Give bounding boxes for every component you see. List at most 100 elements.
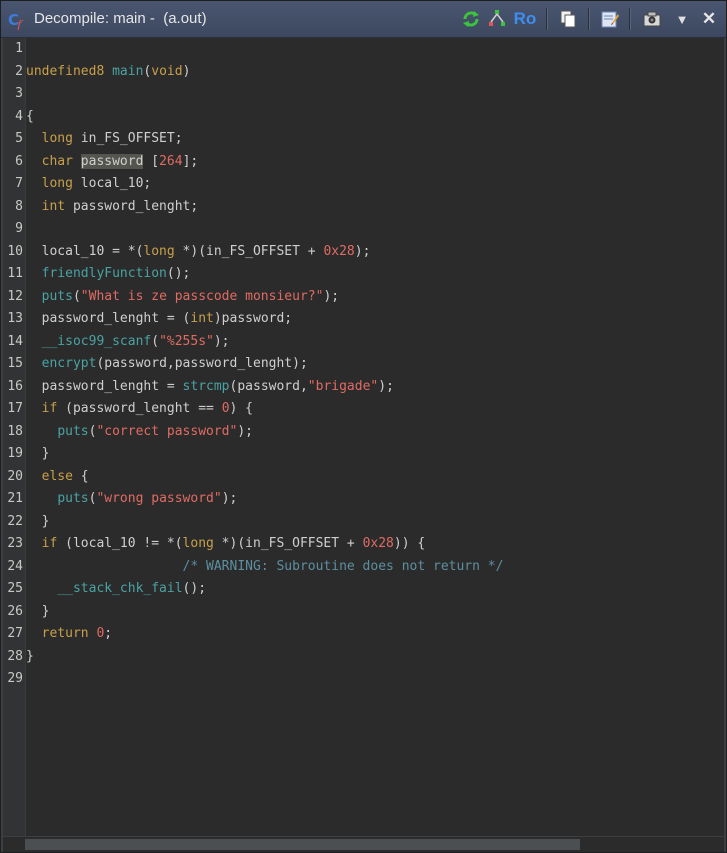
code-text[interactable]: } (26, 601, 50, 623)
code-text[interactable]: encrypt(password,password_lenght); (26, 353, 308, 375)
code-text[interactable]: password_lenght = strcmp(password,"briga… (26, 376, 394, 398)
code-line[interactable]: 7 long local_10; (3, 173, 724, 195)
code-line[interactable]: 10 local_10 = *(long *)(in_FS_OFFSET + 0… (3, 241, 724, 263)
snapshot-button[interactable] (641, 8, 663, 30)
line-number: 7 (15, 176, 23, 191)
code-line[interactable]: 11 friendlyFunction(); (3, 263, 724, 285)
toolbar-separator (629, 8, 631, 30)
code-line[interactable]: 24 /* WARNING: Subroutine does not retur… (3, 556, 724, 578)
title-bar: C f Decompile: main - (a.out) Ro ▼ ✕ (1, 1, 726, 38)
code-text[interactable]: local_10 = *(long *)(in_FS_OFFSET + 0x28… (26, 241, 371, 263)
window-title: Decompile: main - (a.out) (34, 10, 207, 27)
decompile-window: C f Decompile: main - (a.out) Ro ▼ ✕ 1 2… (0, 0, 727, 853)
code-text[interactable]: return 0; (26, 623, 112, 645)
code-text[interactable]: long local_10; (26, 173, 152, 195)
code-line[interactable]: 23 if (local_10 != *(long *)(in_FS_OFFSE… (3, 533, 724, 555)
code-line[interactable]: 15 encrypt(password,password_lenght); (3, 353, 724, 375)
toolbar-separator (546, 8, 548, 30)
code-line[interactable]: 13 password_lenght = (int)password; (3, 308, 724, 330)
line-number: 14 (7, 333, 23, 349)
code-text[interactable]: long in_FS_OFFSET; (26, 128, 183, 150)
line-number: 12 (7, 288, 23, 304)
code-line[interactable]: 19 } (3, 443, 724, 465)
code-line[interactable]: 26 } (3, 601, 724, 623)
code-line[interactable]: 29 (3, 668, 724, 690)
code-line[interactable]: 16 password_lenght = strcmp(password,"br… (3, 376, 724, 398)
code-text[interactable]: __stack_chk_fail(); (26, 578, 206, 600)
line-number: 24 (7, 558, 23, 574)
code-line[interactable]: 25 __stack_chk_fail(); (3, 578, 724, 600)
line-number: 6 (15, 153, 23, 169)
refresh-icon (463, 11, 479, 27)
toolbar-separator (588, 8, 590, 30)
code-line[interactable]: 8 int password_lenght; (3, 196, 724, 218)
code-listing[interactable]: 1 2 undefined8 main(void) 3 4{5 long in_FS_O… (3, 38, 724, 836)
code-text[interactable]: puts("correct password"); (26, 421, 253, 443)
line-number: 9 (15, 221, 23, 236)
code-line[interactable]: 9 (3, 218, 724, 240)
code-line[interactable]: 18 puts("correct password"); (3, 421, 724, 443)
svg-text:f: f (16, 18, 24, 30)
code-text[interactable]: int password_lenght; (26, 196, 199, 218)
code-line[interactable]: 28} (3, 646, 724, 668)
code-text[interactable]: { (26, 106, 34, 128)
line-number: 19 (7, 446, 23, 461)
close-icon: ✕ (701, 9, 717, 28)
code-line[interactable]: 21 puts("wrong password"); (3, 488, 724, 510)
function-graph-icon (489, 10, 505, 26)
read-only-button[interactable]: Ro (512, 8, 538, 30)
code-line[interactable]: 4{ (3, 106, 724, 128)
line-number: 16 (7, 378, 23, 394)
code-text[interactable]: } (26, 646, 34, 668)
line-number: 21 (7, 491, 23, 506)
code-text[interactable]: } (26, 511, 50, 533)
menu-dropdown-button[interactable]: ▼ (672, 8, 692, 30)
edit-button[interactable] (599, 8, 621, 30)
code-line[interactable]: 12 puts("What is ze passcode monsieur?")… (3, 286, 724, 308)
code-text[interactable]: /* WARNING: Subroutine does not return *… (26, 556, 504, 578)
code-text[interactable]: if (local_10 != *(long *)(in_FS_OFFSET +… (26, 533, 426, 555)
code-text[interactable]: password_lenght = (int)password; (26, 308, 293, 330)
scrollbar-thumb[interactable] (25, 839, 580, 850)
code-line[interactable]: 3 (3, 83, 724, 105)
code-editor[interactable]: 1 2 undefined8 main(void) 3 4{5 long in_FS_O… (3, 38, 724, 836)
line-number: 17 (7, 401, 23, 416)
line-number: 18 (7, 423, 23, 439)
line-number: 3 (15, 86, 23, 101)
code-text[interactable]: else { (26, 466, 89, 488)
code-line[interactable]: 14 __isoc99_scanf("%255s"); (3, 331, 724, 353)
line-number: 25 (7, 581, 23, 596)
line-number: 20 (7, 468, 23, 484)
line-number: 29 (7, 671, 23, 686)
horizontal-scrollbar[interactable] (3, 837, 724, 852)
line-number: 1 (15, 41, 23, 56)
line-number: 2 (15, 63, 23, 79)
code-text[interactable]: if (password_lenght == 0) { (26, 398, 253, 420)
code-line[interactable]: 2 undefined8 main(void) (3, 61, 724, 83)
line-number: 15 (7, 356, 23, 371)
code-text[interactable]: friendlyFunction(); (26, 263, 191, 285)
line-number: 10 (7, 243, 23, 259)
code-text[interactable]: } (26, 443, 50, 465)
code-line[interactable]: 20 else { (3, 466, 724, 488)
code-line[interactable]: 5 long in_FS_OFFSET; (3, 128, 724, 150)
code-text[interactable]: char password [264]; (26, 151, 198, 173)
line-number: 11 (7, 266, 23, 281)
code-text[interactable]: puts("What is ze passcode monsieur?"); (26, 286, 339, 308)
code-line[interactable]: 27 return 0; (3, 623, 724, 645)
chevron-down-icon: ▼ (675, 11, 689, 27)
line-number: 22 (7, 513, 23, 529)
code-line[interactable]: 6 char password [264]; (3, 151, 724, 173)
code-text[interactable]: undefined8 main(void) (26, 61, 190, 83)
code-text[interactable]: puts("wrong password"); (26, 488, 237, 510)
close-button[interactable]: ✕ (698, 8, 720, 30)
line-number: 27 (7, 626, 23, 641)
line-number: 28 (7, 648, 23, 664)
function-graph-button[interactable] (485, 8, 509, 30)
refresh-button[interactable] (460, 8, 482, 30)
code-text[interactable]: __isoc99_scanf("%255s"); (26, 331, 230, 353)
code-line[interactable]: 1 (3, 38, 724, 60)
code-line[interactable]: 22 } (3, 511, 724, 533)
copy-button[interactable] (557, 8, 579, 30)
code-line[interactable]: 17 if (password_lenght == 0) { (3, 398, 724, 420)
